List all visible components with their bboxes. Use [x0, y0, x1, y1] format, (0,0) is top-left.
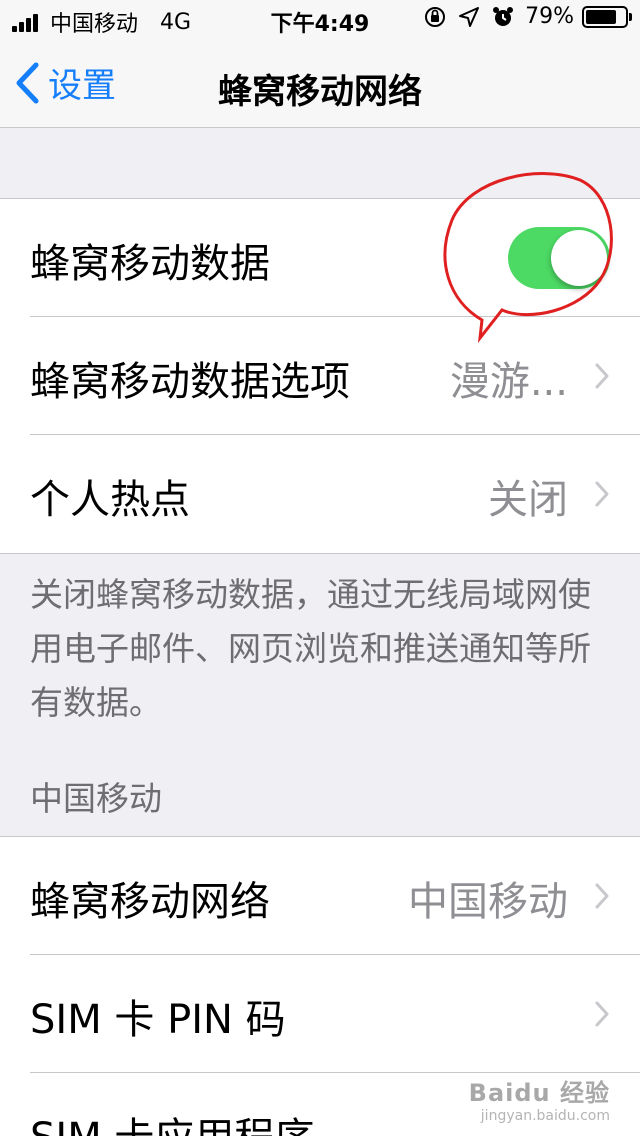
orientation-lock-icon [423, 5, 447, 29]
cellular-data-options-label: 蜂窝移动数据选项 [30, 359, 350, 405]
battery-icon [582, 5, 632, 28]
alarm-icon [491, 5, 515, 29]
cellular-settings-group: 蜂窝移动数据 蜂窝移动数据选项 漫游... 个人热点 关闭 [0, 198, 640, 554]
cellular-data-options-row[interactable]: 蜂窝移动数据选项 漫游... [0, 317, 640, 435]
cellular-data-label: 蜂窝移动数据 [30, 241, 270, 287]
battery-percent: 79% [525, 4, 574, 29]
cellular-network-value: 中国移动 [408, 879, 568, 925]
chevron-right-icon [595, 363, 609, 389]
location-icon [457, 5, 481, 29]
navigation-bar: 设置 蜂窝移动网络 [0, 40, 640, 128]
sim-pin-label: SIM 卡 PIN 码 [30, 997, 286, 1043]
cellular-network-row[interactable]: 蜂窝移动网络 中国移动 [0, 837, 640, 955]
chevron-right-icon [595, 1001, 609, 1027]
personal-hotspot-row[interactable]: 个人热点 关闭 [0, 435, 640, 553]
carrier-section-header: 中国移动 [30, 779, 162, 818]
cellular-data-footnote: 关闭蜂窝移动数据，通过无线局域网使用电子邮件、网页浏览和推送通知等所有数据。 [30, 575, 591, 722]
toggle-knob [551, 230, 607, 286]
sim-apps-label: SIM 卡应用程序 [30, 1105, 314, 1136]
personal-hotspot-label: 个人热点 [30, 477, 190, 523]
cellular-network-label: 蜂窝移动网络 [30, 879, 270, 925]
cellular-data-options-value: 漫游... [449, 359, 568, 405]
battery-fill [586, 9, 616, 24]
cellular-data-row: 蜂窝移动数据 [0, 199, 640, 317]
status-right: 79% [423, 4, 632, 29]
personal-hotspot-value: 关闭 [488, 477, 568, 523]
watermark-url: jingyan.baidu.com [480, 1108, 610, 1124]
watermark-logo: Baidu 经验 [468, 1079, 610, 1107]
status-bar: 中国移动 4G 下午4:49 79% [0, 0, 640, 40]
page-title: 蜂窝移动网络 [218, 72, 422, 112]
chevron-right-icon [595, 883, 609, 909]
chevron-right-icon [595, 481, 609, 507]
sim-pin-row[interactable]: SIM 卡 PIN 码 [0, 955, 640, 1073]
cellular-data-toggle[interactable] [508, 227, 610, 289]
baidu-watermark: Baidu 经验 jingyan.baidu.com [469, 1073, 610, 1124]
